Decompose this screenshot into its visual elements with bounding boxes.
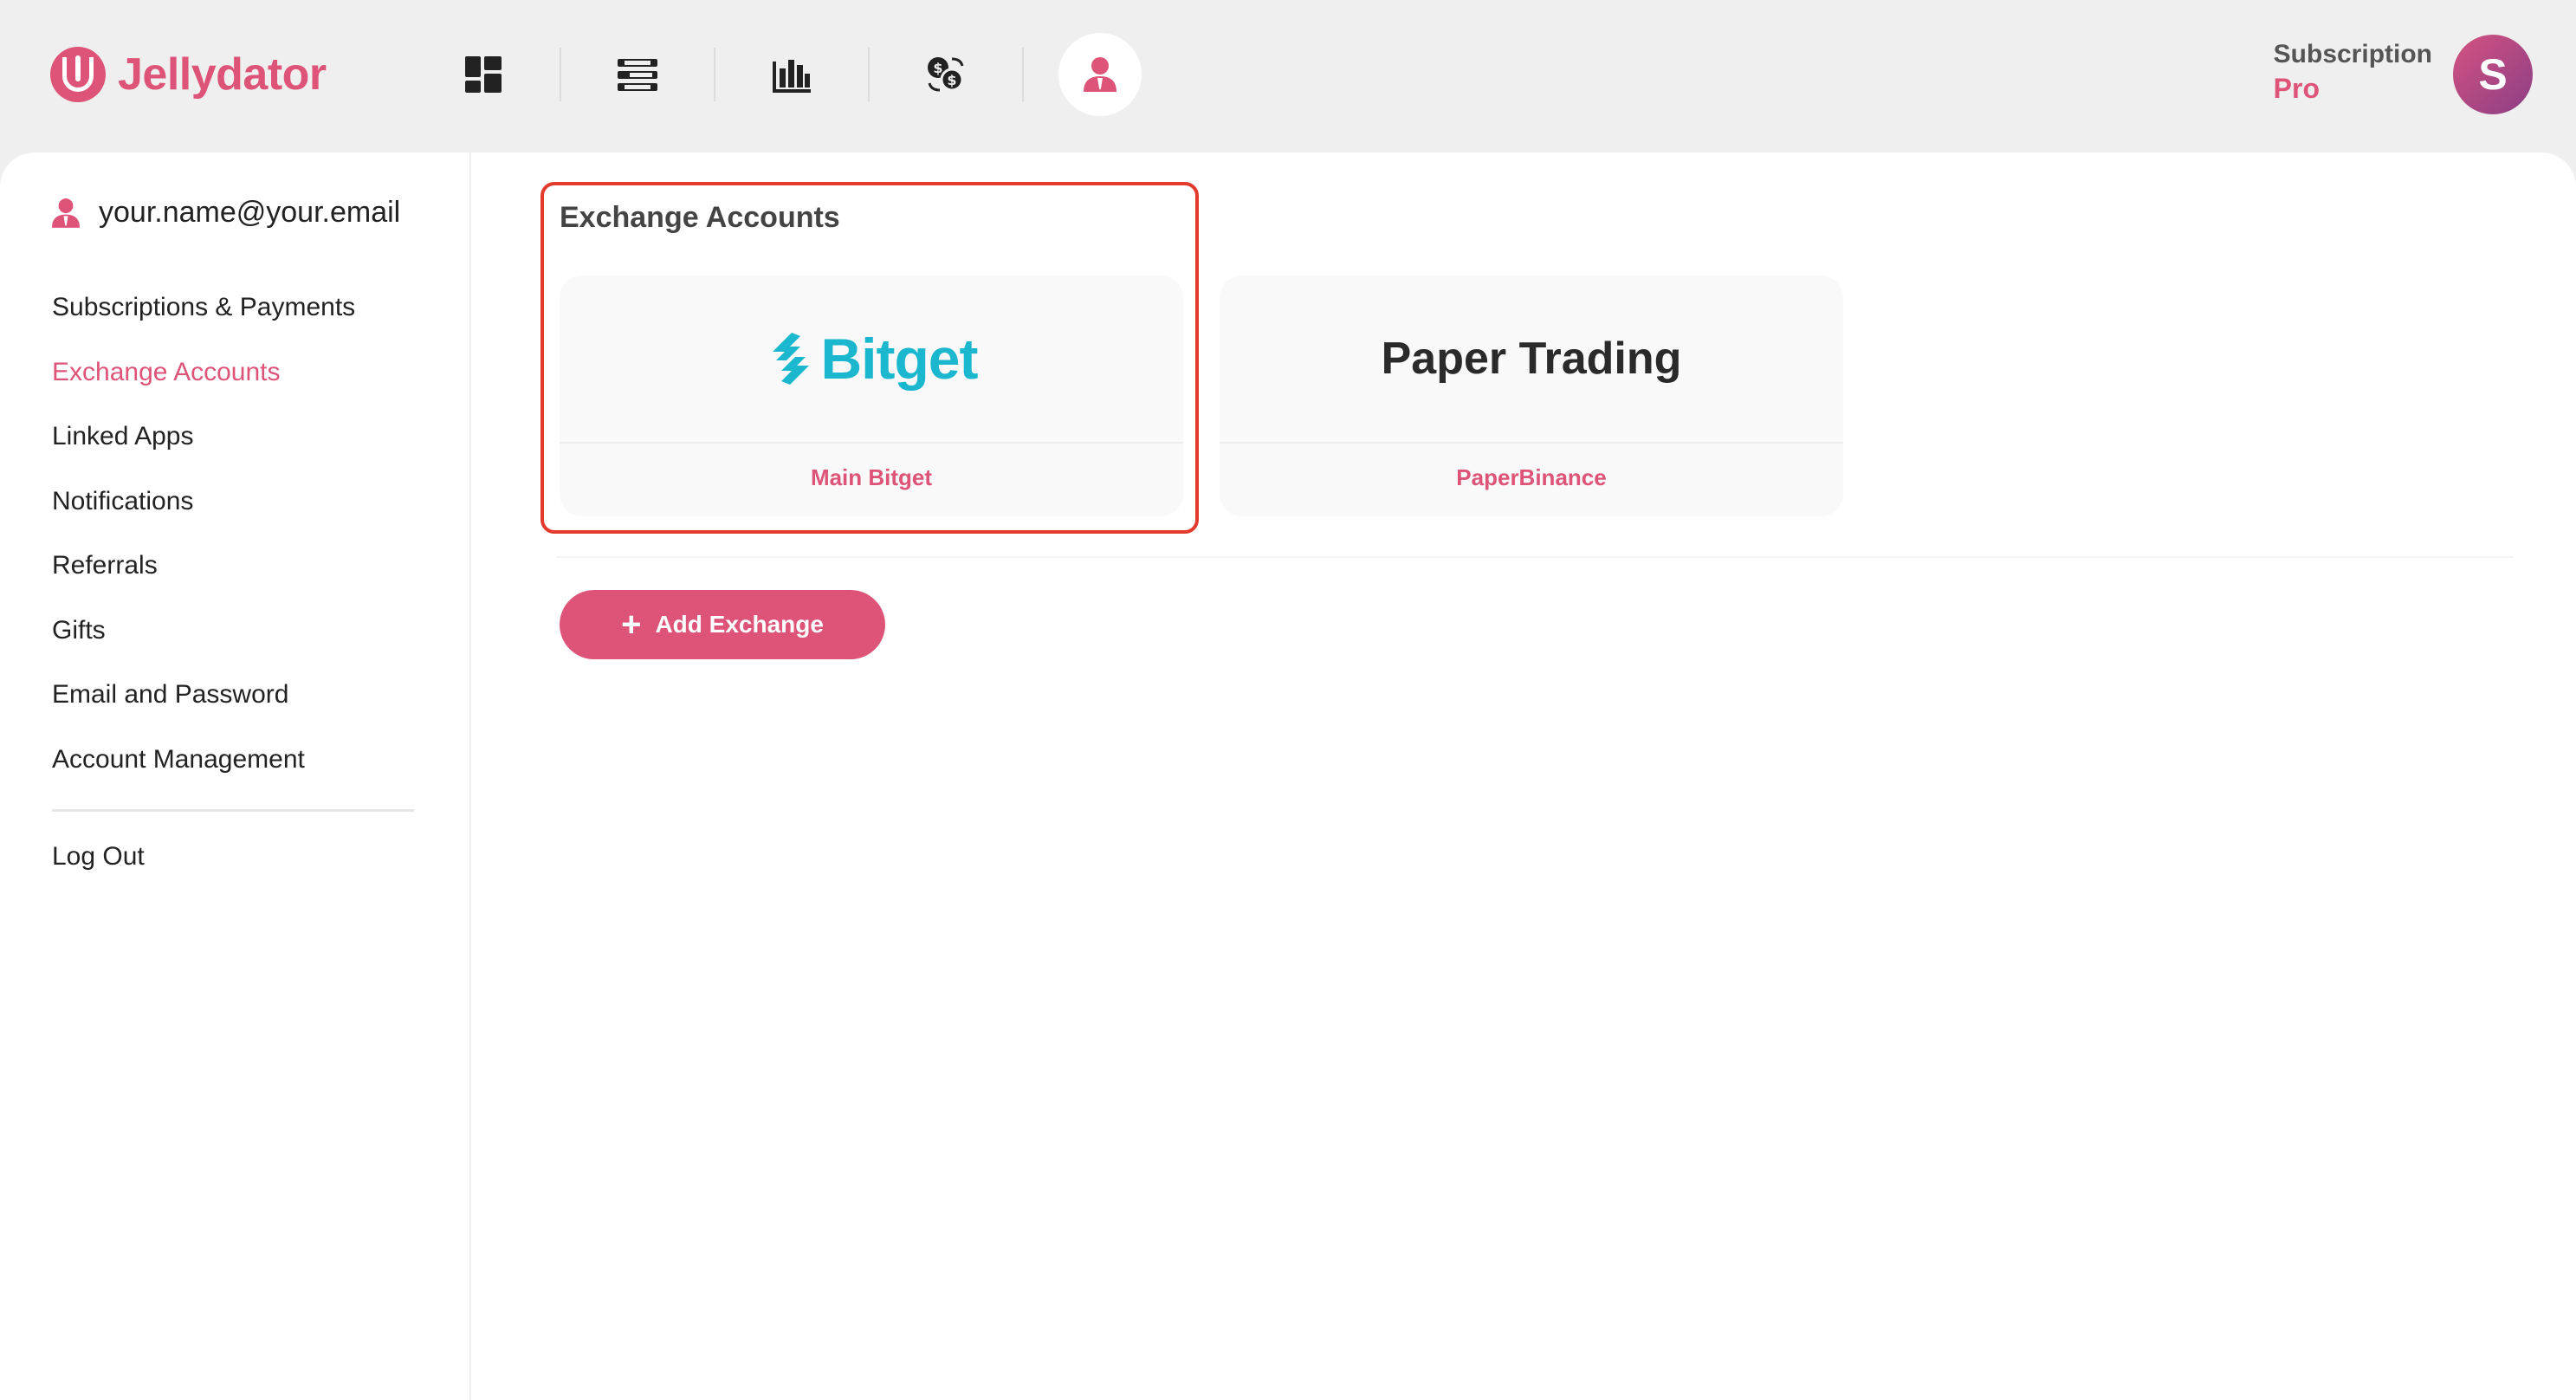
avatar[interactable]: S xyxy=(2453,35,2533,114)
sidebar-item-linked-apps[interactable]: Linked Apps xyxy=(52,418,355,483)
svg-text:$: $ xyxy=(933,60,942,76)
main-nav: $ $ xyxy=(442,31,1142,118)
bar-chart-icon xyxy=(773,60,811,93)
plus-icon: + xyxy=(621,606,642,644)
card-account-label: Main Bitget xyxy=(810,464,933,490)
nav-bots-button[interactable] xyxy=(596,33,679,116)
dashboard-grid-icon xyxy=(465,56,502,93)
sidebar-item-exchange-accounts[interactable]: Exchange Accounts xyxy=(52,354,355,419)
add-exchange-button[interactable]: + Add Exchange xyxy=(560,590,885,659)
add-exchange-label: Add Exchange xyxy=(655,611,824,638)
list-sort-icon xyxy=(618,59,657,91)
nav-separator xyxy=(714,48,715,101)
nav-separator xyxy=(560,48,561,101)
user-email-row: your.name@your.email xyxy=(52,196,400,230)
subscription-info[interactable]: Subscription Pro xyxy=(2274,40,2432,105)
sidebar-item-account-management[interactable]: Account Management xyxy=(52,742,355,807)
subscription-label: Subscription xyxy=(2273,40,2432,68)
card-logo-area: Paper Trading xyxy=(1220,275,1843,444)
card-logo-text: Bitget xyxy=(820,327,979,391)
nav-exchange-button[interactable]: $ $ xyxy=(904,33,987,116)
sidebar-divider xyxy=(52,809,414,812)
brand-name: Jellydator xyxy=(118,49,327,100)
card-account-label: PaperBinance xyxy=(1456,464,1607,490)
nav-separator xyxy=(1022,48,1024,101)
svg-text:$: $ xyxy=(947,72,956,88)
exchange-accounts-content: Exchange Accounts Bitget Main Bitget Pap… xyxy=(473,152,2576,1400)
settings-menu: Subscriptions & Payments Exchange Accoun… xyxy=(52,289,355,806)
user-icon xyxy=(52,198,80,228)
settings-sidebar: your.name@your.email Subscriptions & Pay… xyxy=(0,152,471,1400)
main-panel: your.name@your.email Subscriptions & Pay… xyxy=(0,152,2576,1400)
sidebar-item-subscriptions[interactable]: Subscriptions & Payments xyxy=(52,289,355,354)
logout-link[interactable]: Log Out xyxy=(52,842,145,872)
nav-statistics-button[interactable] xyxy=(750,33,833,116)
exchange-card-bitget[interactable]: Bitget Main Bitget xyxy=(560,275,1183,516)
card-logo-text: Paper Trading xyxy=(1381,334,1682,384)
bitget-mark-icon xyxy=(772,333,809,385)
card-logo-area: Bitget xyxy=(560,275,1183,444)
brand-logo[interactable]: Jellydator xyxy=(50,45,327,104)
nav-dashboard-button[interactable] xyxy=(442,33,525,116)
jellydator-logo-icon xyxy=(50,47,106,102)
sidebar-item-gifts[interactable]: Gifts xyxy=(52,612,355,677)
sidebar-item-email-password[interactable]: Email and Password xyxy=(52,677,355,742)
subscription-plan: Pro xyxy=(2273,73,2320,104)
currency-exchange-icon: $ $ xyxy=(928,57,964,92)
page-title: Exchange Accounts xyxy=(560,201,840,234)
user-email: your.name@your.email xyxy=(99,196,401,229)
top-bar: Jellydator $ $ Subscription Pro S xyxy=(0,0,2576,152)
sidebar-item-referrals[interactable]: Referrals xyxy=(52,548,355,612)
nav-account-button[interactable] xyxy=(1058,33,1142,116)
sidebar-item-notifications[interactable]: Notifications xyxy=(52,483,355,548)
user-icon xyxy=(1084,57,1116,92)
bitget-logo: Bitget xyxy=(766,326,978,392)
exchange-card-paper-trading[interactable]: Paper Trading PaperBinance xyxy=(1220,275,1843,516)
section-divider xyxy=(556,556,2514,558)
nav-separator xyxy=(868,48,870,101)
